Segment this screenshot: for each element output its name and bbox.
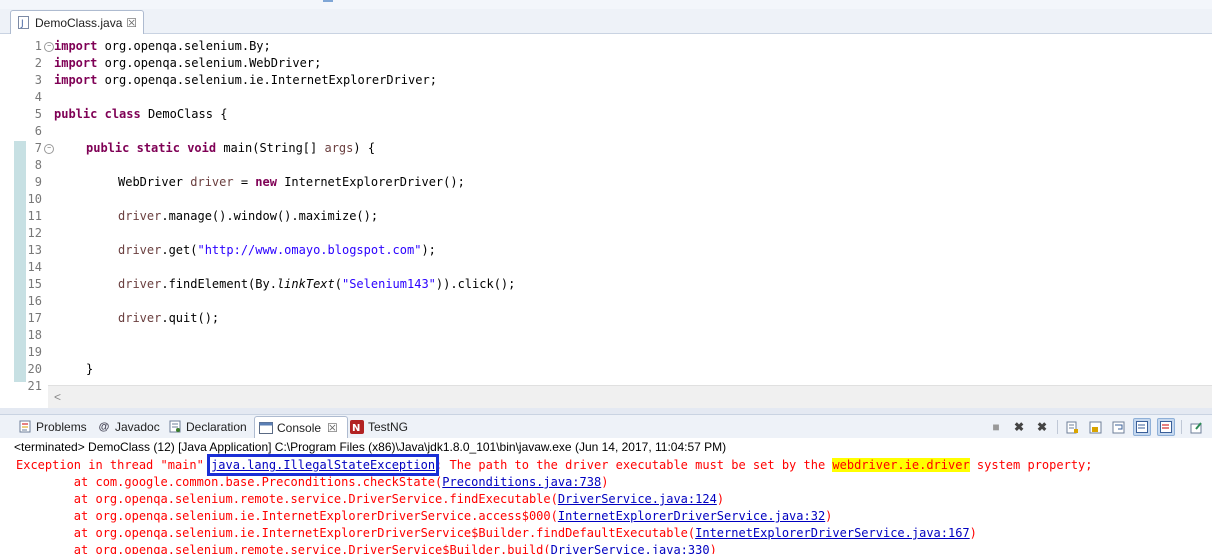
stack-trace-line: at org.openqa.selenium.ie.InternetExplor…	[16, 526, 977, 540]
terminated-status: <terminated> DemoClass (12) [Java Applic…	[14, 440, 727, 454]
scroll-marker	[323, 0, 333, 2]
tab-democlass-java[interactable]: J DemoClass.java ☒	[10, 10, 144, 34]
scroll-lock-icon[interactable]	[1086, 418, 1104, 436]
svg-text:N: N	[352, 423, 360, 434]
line-number: 19	[27, 345, 42, 359]
svg-text:J: J	[20, 19, 24, 29]
fold-icon[interactable]: −	[44, 144, 54, 154]
toolbar-separator	[1057, 420, 1058, 434]
top-strip	[0, 0, 1212, 9]
fold-icon[interactable]: −	[44, 42, 54, 52]
exception-link[interactable]: java.lang.IllegalStateException	[207, 454, 440, 476]
console-output[interactable]: <terminated> DemoClass (12) [Java Applic…	[0, 438, 1212, 554]
stack-link[interactable]: Preconditions.java:738	[442, 475, 601, 489]
views-tab-bar: Problems @ Javadoc Declaration Console ☒…	[0, 414, 1212, 439]
tab-testng[interactable]: N TestNG	[350, 415, 408, 438]
line-number: 10	[27, 192, 42, 206]
line-number: 18	[27, 328, 42, 342]
declaration-icon	[168, 420, 182, 434]
clear-console-icon[interactable]	[1063, 418, 1081, 436]
code-line: driver.get("http://www.omayo.blogspot.co…	[118, 243, 436, 257]
code-line: import org.openqa.selenium.WebDriver;	[54, 56, 322, 70]
stack-link[interactable]: DriverService.java:124	[558, 492, 717, 506]
stack-trace-line: at org.openqa.selenium.ie.InternetExplor…	[16, 509, 833, 523]
scroll-left-icon[interactable]: <	[54, 390, 61, 404]
line-number: 16	[27, 294, 42, 308]
line-number: 20	[27, 362, 42, 376]
code-line: driver.quit();	[118, 311, 220, 325]
line-number: 11	[27, 209, 42, 223]
code-line: driver.manage().window().maximize();	[118, 209, 379, 223]
tab-label: TestNG	[368, 419, 409, 434]
tab-console[interactable]: Console ☒	[254, 416, 348, 439]
testng-icon: N	[350, 419, 364, 434]
code-line: }	[86, 362, 94, 376]
exception-line: Exception in thread "main" java.lang.Ill…	[16, 454, 1093, 476]
code-line: import org.openqa.selenium.ie.InternetEx…	[54, 73, 437, 87]
problems-icon	[18, 420, 32, 434]
tab-problems[interactable]: Problems	[18, 415, 87, 438]
line-number: 17	[27, 311, 42, 325]
stack-link[interactable]: InternetExplorerDriverService.java:167	[695, 526, 970, 540]
line-number: 14	[27, 260, 42, 274]
line-number: 12	[27, 226, 42, 240]
terminate-icon[interactable]: ■	[987, 418, 1005, 436]
code-line: driver.findElement(By.linkText("Selenium…	[118, 277, 516, 291]
line-number: 15	[27, 277, 42, 291]
close-icon[interactable]: ☒	[327, 421, 338, 435]
horizontal-scrollbar[interactable]: <	[48, 385, 1212, 408]
stack-trace-line: at com.google.common.base.Preconditions.…	[16, 475, 609, 489]
line-number: 21	[27, 379, 42, 393]
pin-console-icon[interactable]	[1187, 418, 1205, 436]
show-on-stderr-icon[interactable]	[1157, 418, 1175, 436]
line-number: 8	[34, 158, 42, 172]
at-sign-icon: @	[98, 420, 110, 433]
line-number: 2	[34, 56, 42, 70]
line-number: 6	[34, 124, 42, 138]
line-number: 1	[34, 39, 42, 53]
line-number: 7	[34, 141, 42, 155]
toolbar-separator	[1181, 420, 1182, 434]
stack-link[interactable]: DriverService.java:330	[551, 543, 710, 554]
tab-declaration[interactable]: Declaration	[168, 415, 247, 438]
property-highlight: webdriver.ie.driver	[832, 458, 970, 472]
line-number: 9	[34, 175, 42, 189]
show-on-stdout-icon[interactable]	[1133, 418, 1151, 436]
code-line: public class DemoClass {	[54, 107, 228, 121]
stack-trace-line: at org.openqa.selenium.remote.service.Dr…	[16, 542, 717, 554]
code-line: import org.openqa.selenium.By;	[54, 39, 271, 53]
tab-label: Declaration	[186, 419, 247, 434]
code-line: public static void main(String[] args) {	[86, 141, 376, 155]
tab-label: DemoClass.java	[35, 15, 123, 30]
line-number: 4	[34, 90, 42, 104]
stack-link[interactable]: InternetExplorerDriverService.java:32	[558, 509, 825, 523]
tab-label: Javadoc	[115, 419, 160, 434]
left-ruler	[0, 34, 14, 408]
tab-javadoc[interactable]: @ Javadoc	[97, 415, 160, 438]
remove-all-icon[interactable]: ✖	[1033, 418, 1051, 436]
editor-tab-bar: J DemoClass.java ☒	[0, 0, 1212, 34]
tab-label: Console	[277, 421, 322, 435]
stack-trace-line: at org.openqa.selenium.remote.service.Dr…	[16, 492, 725, 506]
remove-launch-icon[interactable]: ✖	[1010, 418, 1028, 436]
code-line: WebDriver driver = new InternetExplorerD…	[118, 175, 465, 189]
close-icon[interactable]: ☒	[126, 16, 137, 30]
tab-label: Problems	[36, 419, 87, 434]
line-number: 5	[34, 107, 42, 121]
word-wrap-icon[interactable]	[1109, 418, 1127, 436]
line-number: 3	[34, 73, 42, 87]
java-file-icon: J	[17, 16, 29, 30]
code-editor[interactable]: 1 − 2 3 4 5 6 7 − 8 9 10 11 12 13 14 15 …	[0, 34, 1212, 408]
line-number: 13	[27, 243, 42, 257]
console-icon	[259, 421, 273, 435]
